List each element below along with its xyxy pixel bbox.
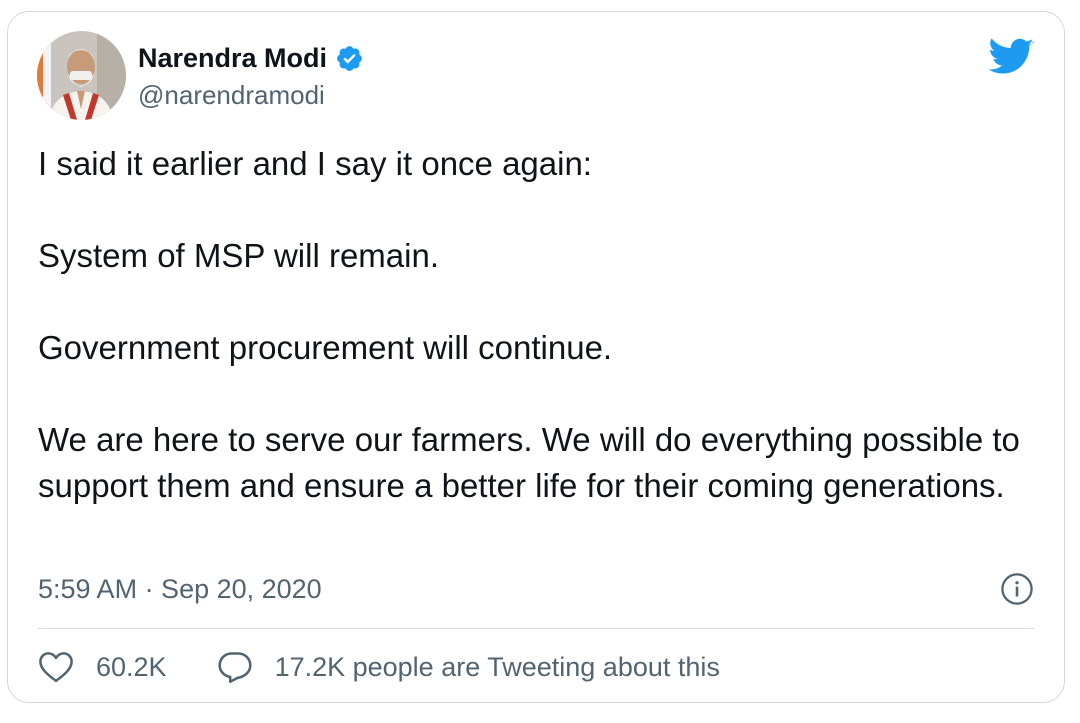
tweet-paragraph-2: System of MSP will remain. <box>38 237 439 274</box>
tweet-text: I said it earlier and I say it once agai… <box>38 141 1028 509</box>
tweet-paragraph-4: We are here to serve our farmers. We wil… <box>38 421 1020 504</box>
twitter-bird-icon[interactable] <box>988 36 1034 76</box>
tweet-paragraph-1: I said it earlier and I say it once agai… <box>38 145 592 182</box>
author-name[interactable]: Narendra Modi <box>138 42 327 74</box>
avatar[interactable] <box>37 31 126 120</box>
divider <box>38 628 1034 629</box>
author-row: Narendra Modi <box>138 42 364 74</box>
like-button[interactable]: 60.2K <box>38 650 167 684</box>
speech-bubble-icon <box>217 652 252 683</box>
author-handle[interactable]: @narendramodi <box>138 79 325 111</box>
reply-text: 17.2K people are Tweeting about this <box>274 652 720 682</box>
tweet-card: Narendra Modi @narendramodi I said it ea… <box>7 11 1065 703</box>
like-count: 60.2K <box>96 652 167 682</box>
heart-icon <box>39 652 73 683</box>
tweet-paragraph-3: Government procurement will continue. <box>38 329 613 366</box>
verified-badge-icon <box>337 45 362 71</box>
tweet-actions: 60.2K 17.2K people are Tweeting about th… <box>38 650 720 684</box>
info-icon[interactable] <box>1000 572 1034 606</box>
tweet-timestamp[interactable]: 5:59 AM · Sep 20, 2020 <box>38 572 322 606</box>
reply-button[interactable]: 17.2K people are Tweeting about this <box>217 650 720 684</box>
